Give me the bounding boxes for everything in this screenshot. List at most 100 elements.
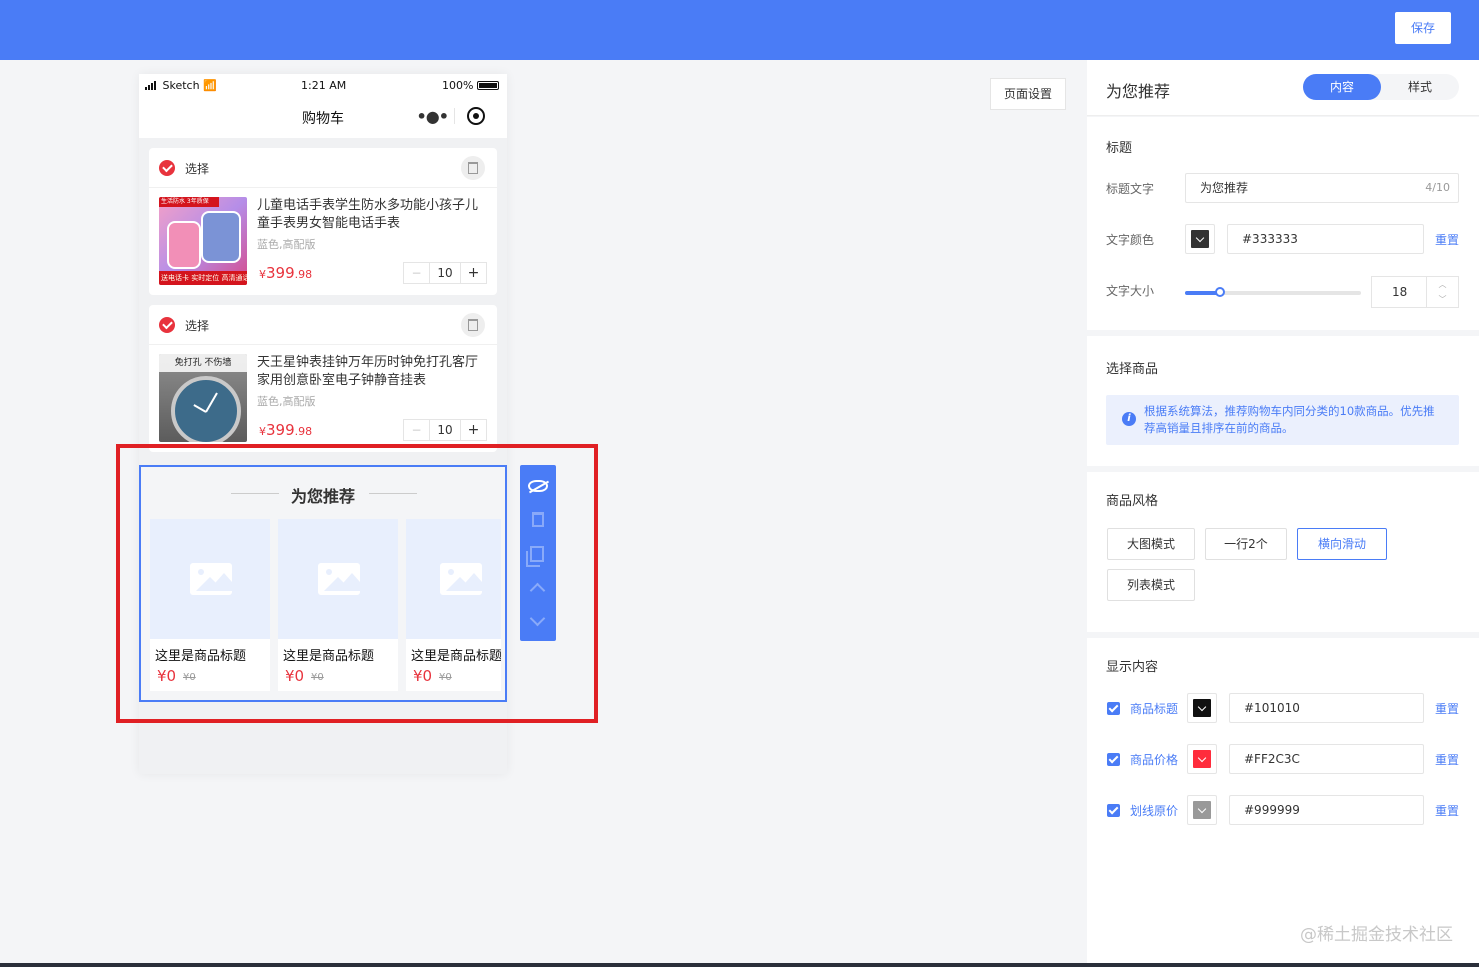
page-settings-button[interactable]: 页面设置 (990, 78, 1066, 110)
placeholder-image (278, 519, 398, 639)
recommend-item-title: 这里是商品标题 (411, 649, 501, 664)
info-icon: i (1122, 412, 1136, 426)
save-button[interactable]: 保存 (1395, 12, 1451, 44)
eye-off-icon (528, 480, 548, 492)
quantity-stepper: − 10 + (403, 262, 487, 284)
select-label: 选择 (185, 319, 210, 333)
delete-button[interactable] (461, 156, 485, 180)
placeholder-image (150, 519, 270, 639)
original-price-color-swatch[interactable] (1187, 795, 1217, 825)
show-original-price-label[interactable]: 划线原价 (1130, 802, 1178, 819)
text-color-label: 文字颜色 (1106, 233, 1155, 247)
product-spec: 蓝色,高配版 (257, 395, 316, 408)
status-bar: Sketch 📶 1:21 AM 100% (139, 74, 507, 96)
recommend-item[interactable]: 这里是商品标题 ¥0 ¥0 (150, 519, 270, 691)
checked-icon[interactable] (159, 160, 175, 176)
close-mini-program-icon[interactable] (454, 107, 497, 125)
text-color-input[interactable]: #333333 (1227, 224, 1424, 254)
panel-title: 为您推荐 (1106, 82, 1171, 101)
quantity-value[interactable]: 10 (430, 420, 460, 440)
show-title-checkbox[interactable] (1107, 702, 1120, 715)
reset-link[interactable]: 重置 (1435, 231, 1459, 248)
select-label: 选择 (185, 162, 210, 176)
style-option-two-per-row[interactable]: 一行2个 (1205, 528, 1287, 560)
reset-link[interactable]: 重置 (1435, 700, 1459, 717)
style-option-list[interactable]: 列表模式 (1107, 569, 1195, 601)
cart-item-header: 选择 (149, 148, 497, 188)
style-option-large[interactable]: 大图模式 (1107, 528, 1195, 560)
move-down-button[interactable] (520, 605, 556, 639)
title-text-input[interactable]: 为您推荐 4/10 (1185, 173, 1459, 203)
recommend-item[interactable]: 这里是商品标题 ¥0 ¥0 (278, 519, 398, 691)
copy-icon (526, 546, 544, 567)
decrease-button[interactable]: − (404, 420, 430, 440)
more-dots-icon[interactable]: •●• (411, 107, 454, 126)
image-icon (318, 563, 360, 595)
text-size-input[interactable]: 18 ︿ ﹀ (1371, 276, 1459, 308)
show-title-label[interactable]: 商品标题 (1130, 700, 1178, 717)
top-bar: 保存 (0, 0, 1479, 60)
info-notice: i 根据系统算法，推荐购物车内同分类的10款商品。优先推荐高销量且排序在前的商品… (1106, 395, 1459, 445)
increase-button[interactable]: + (460, 263, 486, 283)
product-title: 儿童电话手表学生防水多功能小孩子儿童手表男女智能电话手表 (257, 198, 479, 231)
color-dropdown-icon (1193, 750, 1211, 768)
delete-component-button[interactable] (520, 503, 556, 537)
recommend-item[interactable]: 这里是商品标题 ¥0 ¥0 (406, 519, 501, 691)
image-icon (190, 563, 232, 595)
move-up-button[interactable] (520, 571, 556, 605)
recommend-item-original-price: ¥0 (311, 672, 324, 683)
text-size-slider[interactable] (1185, 287, 1361, 297)
capsule-menu[interactable]: •●• (411, 102, 497, 130)
price-color-input[interactable]: #FF2C3C (1229, 744, 1424, 774)
show-price-label[interactable]: 商品价格 (1130, 751, 1178, 768)
trash-icon (468, 319, 478, 331)
status-carrier: Sketch 📶 (145, 79, 217, 92)
recommend-item-title: 这里是商品标题 (155, 649, 247, 664)
delete-button[interactable] (461, 313, 485, 337)
quantity-value[interactable]: 10 (430, 263, 460, 283)
reset-link[interactable]: 重置 (1435, 751, 1459, 768)
text-color-swatch[interactable] (1185, 224, 1215, 254)
chevron-up-icon (529, 582, 546, 599)
chevron-down-icon[interactable]: ﹀ (1427, 292, 1458, 307)
show-price-checkbox[interactable] (1107, 753, 1120, 766)
bottom-edge (0, 963, 1479, 967)
recommend-item-price: ¥0 (413, 667, 433, 685)
title-color-swatch[interactable] (1187, 693, 1217, 723)
title-text-label: 标题文字 (1106, 182, 1155, 196)
recommend-title-row: 为您推荐 (141, 481, 505, 506)
increase-button[interactable]: + (460, 420, 486, 440)
product-image: 生活防水 3年质保 送电话卡 实时定位 高清通话 (159, 197, 247, 285)
watermark: @稀土掘金技术社区 (1300, 925, 1453, 945)
section-title: 商品风格 (1106, 494, 1159, 509)
mini-program-nav-bar: 购物车 •●• (139, 96, 507, 138)
checked-icon[interactable] (159, 317, 175, 333)
image-icon (440, 563, 482, 595)
recommend-component[interactable]: 为您推荐 这里是商品标题 ¥0 ¥0 这里是商品标题 ¥0 ¥0 这里是商品标题… (139, 465, 507, 702)
chevron-up-icon[interactable]: ︿ (1427, 277, 1458, 292)
copy-component-button[interactable] (520, 537, 556, 571)
tab-style[interactable]: 样式 (1381, 74, 1459, 100)
number-spinner[interactable]: ︿ ﹀ (1426, 277, 1458, 307)
status-battery: 100% (442, 79, 499, 92)
price-color-swatch[interactable] (1187, 744, 1217, 774)
settings-panel: 为您推荐 内容 样式 标题 标题文字 为您推荐 4/10 文字颜色 #33333… (1087, 60, 1479, 967)
tab-content[interactable]: 内容 (1303, 74, 1381, 100)
reset-link[interactable]: 重置 (1435, 802, 1459, 819)
color-dropdown-icon (1193, 699, 1211, 717)
recommend-item-title: 这里是商品标题 (283, 649, 375, 664)
recommend-item-original-price: ¥0 (439, 672, 452, 683)
hide-button[interactable] (520, 469, 556, 503)
color-dropdown-icon (1191, 230, 1209, 248)
status-time: 1:21 AM (301, 79, 347, 92)
style-section: 商品风格 大图模式 一行2个 横向滑动 列表模式 (1087, 472, 1479, 632)
original-price-color-input[interactable]: #999999 (1229, 795, 1424, 825)
show-original-price-checkbox[interactable] (1107, 804, 1120, 817)
component-toolbar (520, 465, 556, 641)
decrease-button[interactable]: − (404, 263, 430, 283)
panel-tabs: 内容 样式 (1303, 74, 1459, 100)
recommend-item-original-price: ¥0 (183, 672, 196, 683)
display-section: 显示内容 商品标题 #101010 重置 商品价格 #FF2C3C 重置 划线原… (1087, 638, 1479, 967)
title-color-input[interactable]: #101010 (1229, 693, 1424, 723)
style-option-horizontal-scroll[interactable]: 横向滑动 (1297, 528, 1387, 560)
